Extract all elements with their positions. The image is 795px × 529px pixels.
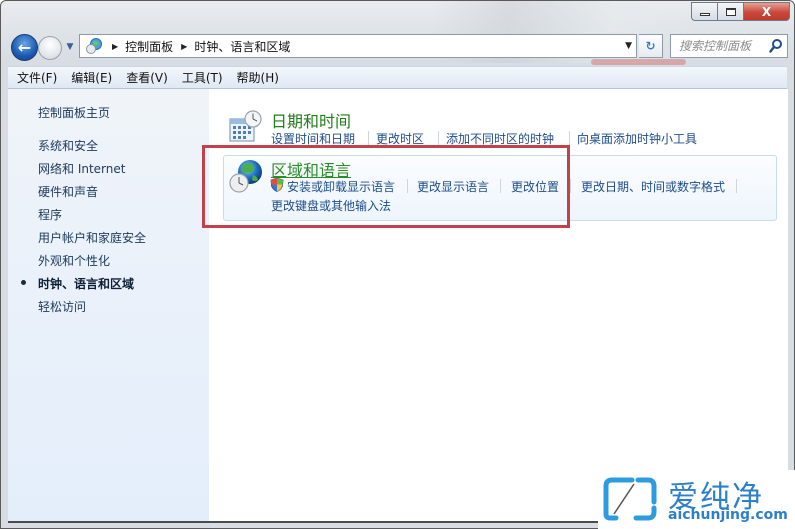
menu-bar: 文件(F) 编辑(E) 查看(V) 工具(T) 帮助(H) [8,66,787,89]
recent-pages-dropdown[interactable]: ▼ [65,42,75,52]
link-separator [736,179,737,193]
link-separator [368,131,369,145]
highlight-annotation-box [202,145,570,228]
forward-button[interactable] [38,36,62,60]
arrow-left-icon: ← [17,38,32,57]
menu-file[interactable]: 文件(F) [12,69,62,86]
sidebar-item-network-internet[interactable]: 网络和 Internet [38,160,125,177]
control-panel-icon [84,37,104,55]
menu-edit[interactable]: 编辑(E) [66,69,117,86]
calendar-clock-icon [229,110,262,142]
sidebar-item-user-accounts[interactable]: 用户帐户和家庭安全 [38,229,146,246]
maximize-button[interactable] [718,2,744,21]
menu-help[interactable]: 帮助(H) [232,69,284,86]
search-box[interactable] [670,34,788,58]
minimize-button[interactable] [691,2,718,21]
sidebar-item-hardware-sound[interactable]: 硬件和声音 [38,183,98,200]
watermark-brand-url: aichunjing.com [668,507,788,523]
link-change-date-time-number-format[interactable]: 更改日期、时间或数字格式 [581,178,725,195]
link-separator [569,131,570,145]
menu-tools[interactable]: 工具(T) [177,69,228,86]
address-bar[interactable]: ▶ 控制面板 ▶ 时钟、语言和区域 ▼ [79,34,637,58]
refresh-button[interactable]: ↻ [639,34,663,58]
active-bullet-icon [21,280,26,285]
sidebar-item-programs[interactable]: 程序 [38,206,62,223]
sidebar: 控制面板主页 系统和安全 网络和 Internet 硬件和声音 程序 用户帐户和… [8,89,209,521]
window-controls: X [691,2,790,21]
sidebar-item-ease-of-access[interactable]: 轻松访问 [38,298,86,315]
watermark: 爱纯净 aichunjing.com [598,470,795,529]
breadcrumb-control-panel[interactable]: 控制面板 [125,38,173,55]
link-add-clock-gadget[interactable]: 向桌面添加时钟小工具 [577,130,697,147]
category-date-time-title[interactable]: 日期和时间 [271,108,351,132]
sidebar-item-clock-language-region: 时钟、语言和区域 [38,277,135,291]
breadcrumb-clock-language-region[interactable]: 时钟、语言和区域 [194,38,290,55]
menu-view[interactable]: 查看(V) [121,69,173,86]
sidebar-item-system-security[interactable]: 系统和安全 [38,137,98,154]
search-input[interactable] [679,39,769,53]
address-dropdown-icon[interactable]: ▼ [625,41,632,51]
close-button[interactable]: X [744,2,790,21]
watermark-logo-icon [603,477,657,521]
breadcrumb-arrow-icon[interactable]: ▶ [181,42,187,51]
link-separator [570,179,571,193]
navigation-bar: ← ▼ ▶ 控制面板 ▶ 时钟、语言和区域 ▼ ↻ [9,33,788,61]
search-icon[interactable] [769,38,783,54]
sidebar-item-control-panel-home[interactable]: 控制面板主页 [38,104,110,121]
back-button[interactable]: ← [11,34,38,61]
refresh-icon: ↻ [645,39,656,53]
explorer-window: X ← ▼ ▶ 控制面板 ▶ 时钟、语言和区域 ▼ ↻ 搜索控制面板 文件(F)… [0,0,795,529]
link-separator [438,131,439,145]
minimize-icon [699,13,710,16]
breadcrumb-arrow-icon[interactable]: ▶ [112,42,118,51]
sidebar-item-appearance[interactable]: 外观和个性化 [38,252,110,269]
close-icon: X [761,4,772,19]
maximize-icon [725,7,736,16]
